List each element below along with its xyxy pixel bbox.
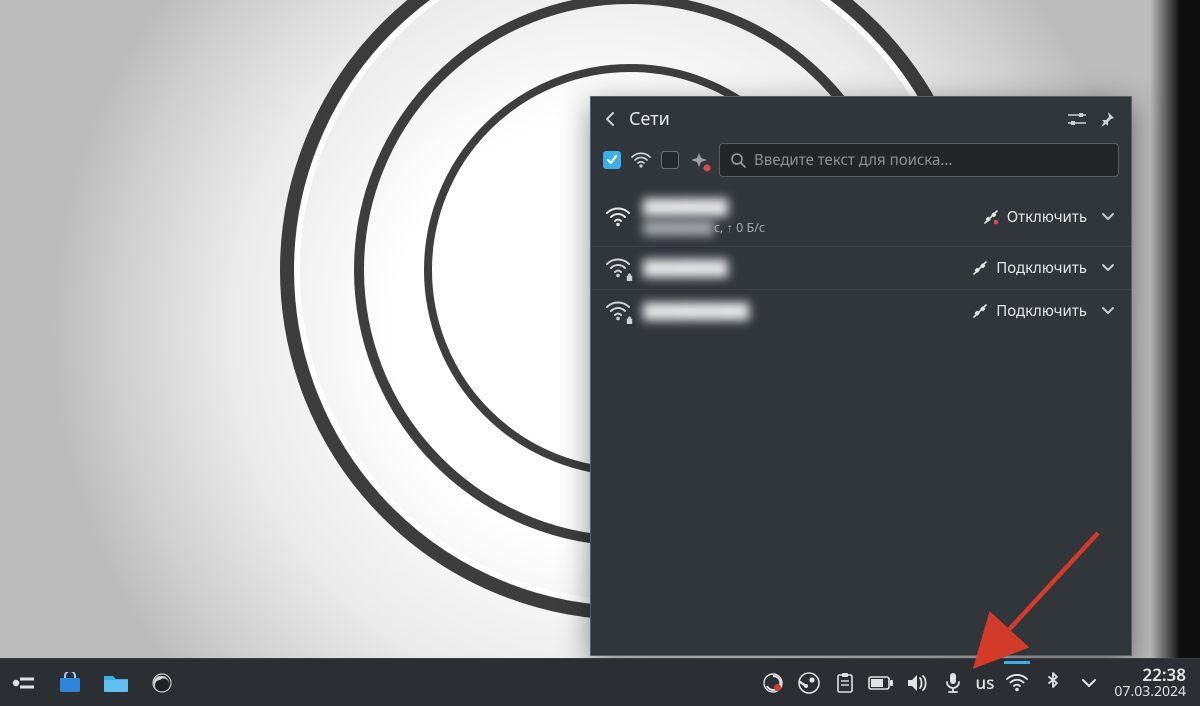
tray-network-icon[interactable] — [1000, 661, 1034, 705]
connect-button[interactable]: Подключить — [972, 301, 1087, 321]
tray-bluetooth-icon[interactable] — [1036, 661, 1070, 705]
network-substatus: ████████с, ↑ 0 Б/с — [643, 219, 765, 236]
tray-clipboard-icon[interactable] — [828, 661, 862, 705]
system-tray: us 22:38 07.03.2024 — [756, 661, 1195, 705]
plug-connect-icon — [972, 303, 988, 319]
expand-chevron-icon[interactable] — [1099, 208, 1117, 226]
network-item[interactable]: ████████ Подключить — [591, 247, 1131, 290]
network-item[interactable]: ██████████ Подключить — [591, 290, 1131, 332]
tray-steam-icon[interactable] — [792, 661, 826, 705]
expand-chevron-icon[interactable] — [1099, 302, 1117, 320]
tray-keyboard-layout[interactable]: us — [972, 671, 999, 694]
wifi-signal-secure-icon — [605, 300, 631, 322]
wifi-signal-secure-icon — [605, 257, 631, 279]
plug-disconnect-icon — [983, 209, 999, 225]
pinned-app-obs[interactable] — [140, 661, 184, 705]
popup-header: Сети — [591, 97, 1131, 139]
clock-date: 07.03.2024 — [1114, 684, 1186, 700]
network-item-connected[interactable]: ████████ ████████с, ↑ 0 Б/с Отключить — [591, 187, 1131, 247]
popup-title: Сети — [629, 107, 1057, 131]
search-field[interactable] — [719, 143, 1119, 177]
pinned-app-file-manager[interactable] — [94, 661, 138, 705]
wifi-signal-icon — [605, 206, 631, 228]
taskbar-clock[interactable]: 22:38 07.03.2024 — [1108, 665, 1194, 701]
network-applet-popup: Сети — [590, 96, 1132, 656]
action-label: Подключить — [996, 258, 1087, 278]
taskbar-left — [0, 661, 184, 705]
tray-expand-chevron-icon[interactable] — [1072, 661, 1106, 705]
wallpaper-vignette — [1150, 0, 1200, 658]
taskbar: us 22:38 07.03.2024 — [0, 658, 1200, 706]
expand-chevron-icon[interactable] — [1099, 259, 1117, 277]
tray-volume-icon[interactable] — [900, 661, 934, 705]
back-button[interactable] — [601, 110, 619, 128]
settings-sliders-icon[interactable] — [1067, 109, 1087, 129]
search-icon — [730, 152, 746, 168]
airplane-mode-icon[interactable] — [689, 150, 709, 170]
action-label: Подключить — [996, 301, 1087, 321]
filter-row — [591, 139, 1131, 187]
network-ssid: ████████ — [643, 258, 728, 278]
tray-battery-icon[interactable] — [864, 661, 898, 705]
app-launcher-button[interactable] — [2, 661, 46, 705]
network-list: ████████ ████████с, ↑ 0 Б/с Отключить — [591, 187, 1131, 332]
tray-obs-recording-icon[interactable] — [756, 661, 790, 705]
wifi-icon — [631, 150, 651, 170]
network-ssid: ████████ — [643, 197, 765, 217]
search-input[interactable] — [754, 150, 1108, 170]
network-ssid: ██████████ — [643, 301, 749, 321]
action-label: Отключить — [1007, 207, 1087, 227]
connect-button[interactable]: Подключить — [972, 258, 1087, 278]
tray-microphone-icon[interactable] — [936, 661, 970, 705]
ethernet-filter-checkbox[interactable] — [661, 151, 679, 169]
wifi-filter-checkbox[interactable] — [603, 151, 621, 169]
pinned-app-store[interactable] — [48, 661, 92, 705]
plug-connect-icon — [972, 260, 988, 276]
disconnect-button[interactable]: Отключить — [983, 207, 1087, 227]
pin-icon[interactable] — [1097, 109, 1117, 129]
